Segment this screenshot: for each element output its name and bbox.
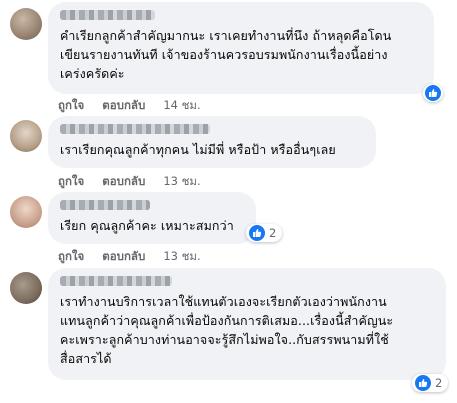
avatar[interactable] [10,120,42,152]
comment-text: เราทำงานบริการเวลาใช้แทนตัวเองจะเรียกตัว… [60,294,394,366]
timestamp[interactable]: 13 ชม. [163,249,200,263]
reply-link[interactable]: ตอบกลับ [102,249,145,263]
comment-bubble: เราเรียกคุณลูกค้าทุกคน ไม่มีพี่ หรือป้า … [48,116,376,168]
reaction-count: 2 [435,376,443,390]
reply-link[interactable]: ตอบกลับ [102,98,145,112]
like-link[interactable]: ถูกใจ [58,174,84,188]
reaction-badge[interactable]: 2 [246,224,283,242]
timestamp[interactable]: 13 ชม. [163,174,200,188]
comment-actions: ถูกใจ ตอบกลับ 13 ชม. [58,248,215,266]
comment-actions: ถูกใจ ตอบกลับ 13 ชม. [58,173,215,191]
timestamp[interactable]: 14 ชม. [163,98,200,112]
commenter-name-blurred[interactable] [60,124,210,134]
avatar[interactable] [10,8,42,40]
reaction-badge[interactable]: 2 [412,374,449,392]
comment-bubble: คำเรียกลูกค้าสำคัญมากนะ เราเคยทำงานที่นึ… [48,2,434,94]
commenter-name-blurred[interactable] [60,10,155,20]
comment-bubble: เรียก คุณลูกค้าคะ เหมาะสมกว่า [48,192,256,244]
avatar[interactable] [10,196,42,228]
avatar[interactable] [10,272,42,304]
reaction-badge[interactable] [423,84,443,102]
reply-link[interactable]: ตอบกลับ [102,174,145,188]
comment-text: เรียก คุณลูกค้าคะ เหมาะสมกว่า [60,218,234,233]
comment-actions: ถูกใจ ตอบกลับ 14 ชม. [58,97,215,115]
like-thumb-icon [425,85,441,101]
comment-text: เราเรียกคุณลูกค้าทุกคน ไม่มีพี่ หรือป้า … [60,142,336,157]
reaction-count: 2 [269,226,277,240]
like-link[interactable]: ถูกใจ [58,249,84,263]
like-thumb-icon [415,375,431,391]
like-thumb-icon [249,225,265,241]
comment-bubble: เราทำงานบริการเวลาใช้แทนตัวเองจะเรียกตัว… [48,268,446,380]
commenter-name-blurred[interactable] [60,276,172,286]
commenter-name-blurred[interactable] [60,200,150,210]
like-link[interactable]: ถูกใจ [58,98,84,112]
comment-text: คำเรียกลูกค้าสำคัญมากนะ เราเคยทำงานที่นึ… [60,28,392,81]
